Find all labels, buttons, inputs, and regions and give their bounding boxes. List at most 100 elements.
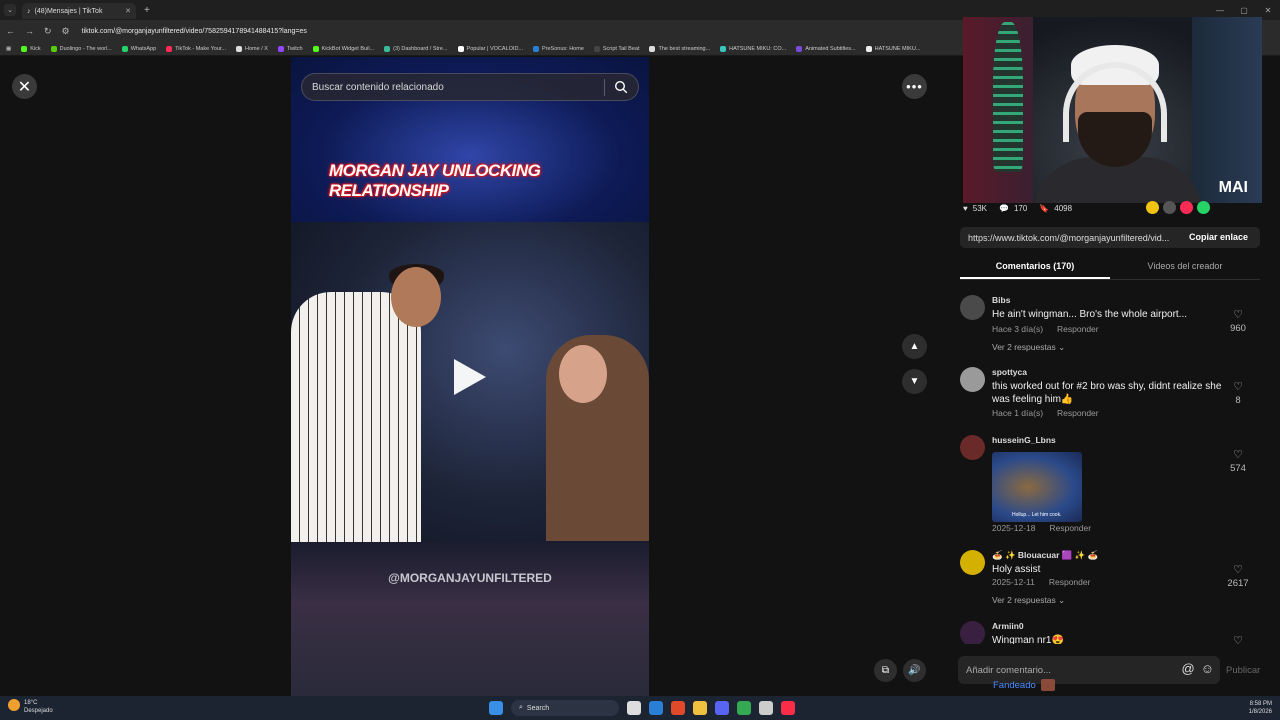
bookmark[interactable]: KickBot Widget Buil...	[312, 45, 374, 52]
task-view-icon[interactable]	[627, 701, 641, 715]
forward-icon[interactable]: →	[25, 26, 34, 37]
video-stats: ♥ 53K 💬 170 🔖 4098	[963, 200, 1263, 216]
site-info-icon[interactable]: ⚙	[62, 26, 70, 37]
avatar[interactable]	[960, 367, 985, 392]
tab-comments[interactable]: Comentarios (170)	[960, 256, 1110, 279]
bookmark[interactable]: Animated Subtitles...	[796, 45, 856, 52]
embed-icon[interactable]	[1163, 201, 1176, 214]
comment-like[interactable]: ♡ 574	[1226, 448, 1250, 474]
comment-like[interactable]: ♡	[1226, 634, 1250, 644]
comment-date: 2025-12-18	[992, 523, 1036, 533]
share-icons	[1146, 201, 1210, 214]
bookmark[interactable]: Duolingo - The worl...	[50, 45, 112, 52]
play-icon[interactable]	[454, 359, 486, 395]
file-explorer-icon[interactable]	[693, 701, 707, 715]
bookmark[interactable]: HATSUNE MIKU...	[865, 45, 920, 52]
comment-username[interactable]: 🍝 ✨ Blouacuar 🟪 ✨ 🍝	[992, 550, 1098, 561]
comment-gif[interactable]: Hollup... Let him cook.	[992, 452, 1082, 522]
share-icon[interactable]	[1180, 201, 1193, 214]
reply-button[interactable]: Responder	[1057, 408, 1099, 418]
new-tab-button[interactable]: +	[144, 5, 150, 16]
comment-username[interactable]: spottyca	[992, 367, 1027, 377]
gif-caption: Hollup... Let him cook.	[1012, 512, 1062, 518]
reply-button[interactable]: Responder	[1049, 523, 1091, 533]
comment-like[interactable]: ♡ 2617	[1226, 563, 1250, 589]
bookmark[interactable]: Twitch	[277, 45, 303, 52]
comment-date: Hace 1 día(s)	[992, 408, 1044, 418]
bookmark[interactable]: PreSonus: Home	[533, 45, 584, 52]
fandom-badge-icon	[1040, 679, 1055, 691]
comment-like[interactable]: ♡ 8	[1226, 380, 1250, 406]
related-search-input[interactable]: Buscar contenido relacionado	[301, 73, 639, 101]
volume-icon[interactable]: 🔊	[903, 659, 926, 682]
pip-button[interactable]: ⧉	[874, 659, 897, 682]
bookmark[interactable]: Home / X	[236, 45, 268, 52]
music-icon[interactable]	[781, 701, 795, 715]
comment-meta: Hace 3 día(s) Responder	[992, 324, 1099, 334]
bookmark[interactable]: TikTok - Make Your...	[166, 45, 226, 52]
heart-outline-icon: ♡	[1233, 449, 1243, 461]
comment-like[interactable]: ♡ 960	[1226, 308, 1250, 334]
comment-username[interactable]: husseinG_Lbns	[992, 435, 1056, 445]
bookmark-icon: 🔖	[1039, 203, 1050, 213]
tab-menu-button[interactable]: ⌄	[4, 4, 16, 16]
emoji-icon[interactable]: ☺	[1201, 661, 1214, 676]
bookmark[interactable]: (3) Dashboard / Stre...	[384, 45, 448, 52]
avatar[interactable]	[960, 621, 985, 644]
likes-stat[interactable]: ♥ 53K	[963, 204, 987, 213]
chrome-icon[interactable]	[737, 701, 751, 715]
reply-button[interactable]: Responder	[1049, 577, 1091, 587]
publish-button[interactable]: Publicar	[1226, 665, 1260, 676]
apps-icon[interactable]: ▦	[6, 46, 11, 52]
bookmark[interactable]: The best streaming...	[649, 45, 710, 52]
video-player[interactable]: MORGAN JAY UNLOCKING RELATIONSHIP @MORGA…	[291, 57, 649, 696]
comments-stat[interactable]: 💬 170	[999, 204, 1027, 213]
windows-start-icon[interactable]	[489, 701, 503, 715]
previous-video-button[interactable]: ▲	[902, 334, 927, 359]
view-replies-button[interactable]: Ver 2 respuestas ⌄	[992, 595, 1065, 606]
comment-text: Wingman nr1😍	[992, 635, 1064, 644]
comment-text: this worked out for #2 bro was shy, didn…	[992, 381, 1222, 405]
more-options-button[interactable]: •••	[902, 74, 927, 99]
whatsapp-share-icon[interactable]	[1197, 201, 1210, 214]
bookmark[interactable]: WhatsApp	[121, 45, 156, 52]
avatar[interactable]	[960, 550, 985, 575]
browser-tab[interactable]: ♪ (48)Mensajes | TikTok ✕	[22, 3, 136, 19]
avatar[interactable]	[960, 295, 985, 320]
mention-icon[interactable]: @	[1182, 661, 1195, 676]
tab-title: (48)Mensajes | TikTok	[34, 7, 103, 15]
avatar[interactable]	[960, 435, 985, 460]
discord-icon[interactable]	[715, 701, 729, 715]
taskbar-search[interactable]: ⌕ Search	[511, 700, 619, 716]
url-field[interactable]: tiktok.com/@morganjayunfiltered/video/75…	[82, 28, 307, 35]
reload-icon[interactable]: ↻	[44, 26, 52, 37]
view-replies-button[interactable]: Ver 2 respuestas ⌄	[992, 342, 1065, 353]
search-icon[interactable]	[614, 80, 628, 94]
bookmark[interactable]: Kick	[21, 45, 41, 52]
saves-stat[interactable]: 🔖 4098	[1039, 204, 1072, 213]
heart-icon: ♥	[963, 203, 968, 213]
next-video-button[interactable]: ▼	[902, 369, 927, 394]
reply-button[interactable]: Responder	[1057, 324, 1099, 334]
weather-widget[interactable]: 18°C Despejado	[8, 699, 53, 715]
app-icon[interactable]	[671, 701, 685, 715]
bookmark[interactable]: Script Tail Beat	[593, 45, 639, 52]
copy-link-button[interactable]: Copiar enlace	[1189, 232, 1248, 242]
list-item: spottyca this worked out for #2 bro was …	[960, 362, 1270, 432]
comment-username[interactable]: Armiin0	[992, 621, 1024, 631]
clock[interactable]: 8:58 PM 1/8/2026	[1249, 700, 1272, 716]
comment-username[interactable]: Bibs	[992, 295, 1010, 305]
webcam-background-right	[1192, 17, 1262, 203]
bookmark[interactable]: Popular | VOCALOID...	[457, 45, 523, 52]
repost-icon[interactable]	[1146, 201, 1159, 214]
settings-icon[interactable]	[759, 701, 773, 715]
video-link-text: https://www.tiktok.com/@morganjayunfilte…	[968, 232, 1170, 243]
close-video-button[interactable]: ✕	[12, 74, 37, 99]
taskbar-apps: ⌕ Search	[489, 700, 795, 716]
webcam-christmas-tree	[993, 22, 1023, 172]
bookmark[interactable]: HATSUNE MIKU: CO...	[720, 45, 786, 52]
close-tab-icon[interactable]: ✕	[125, 7, 131, 15]
tab-creator-videos[interactable]: Videos del creador	[1110, 256, 1260, 279]
edge-icon[interactable]	[649, 701, 663, 715]
back-icon[interactable]: ←	[6, 26, 15, 37]
